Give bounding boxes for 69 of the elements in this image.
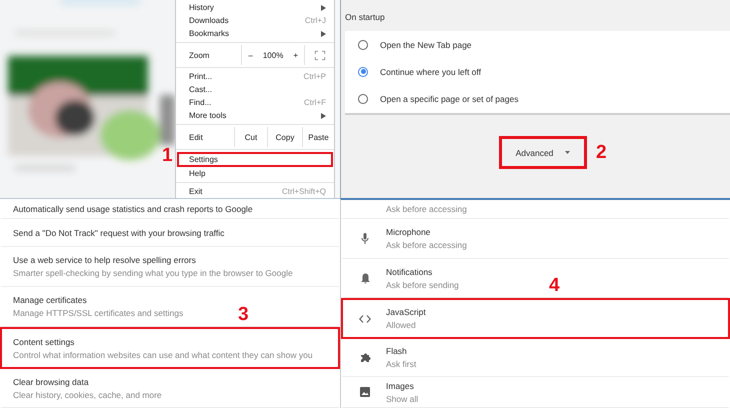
- settings-row[interactable]: Automatically send usage statistics and crash reports to Google: [0, 199, 340, 219]
- step-number: 3: [238, 305, 249, 324]
- advanced-button[interactable]: Advanced: [499, 136, 587, 169]
- settings-row[interactable]: JavaScript Allowed: [341, 298, 730, 339]
- row-title: Notifications: [386, 266, 434, 276]
- step-number: 1: [162, 146, 173, 165]
- microphone-icon: [361, 233, 369, 244]
- row-title: JavaScript: [386, 307, 426, 317]
- menu-item[interactable]: Settings: [177, 152, 333, 167]
- menu-item[interactable]: Help: [177, 167, 333, 180]
- row-title: Flash: [386, 346, 408, 356]
- step-number: 2: [596, 143, 607, 162]
- zoom-out-button[interactable]: –: [241, 45, 259, 65]
- menu-item[interactable]: More tools: [177, 109, 333, 122]
- code-icon: [359, 314, 371, 322]
- settings-row[interactable]: Ask before accessing: [341, 200, 730, 219]
- caret-icon: [565, 151, 570, 154]
- row-subtitle: Smarter spell-checking by sending what you type in the browser to Google: [13, 268, 293, 278]
- bell-icon: [360, 272, 370, 284]
- option-label: Open a specific page or set of pages: [380, 94, 518, 104]
- edit-action-button[interactable]: Paste: [302, 127, 334, 147]
- row-subtitle: Clear history, cookies, cache, and more: [13, 390, 162, 400]
- menu-item[interactable]: Downloads Ctrl+J: [177, 14, 333, 27]
- row-subtitle: Ask before accessing: [386, 240, 467, 250]
- menu-item[interactable]: Print... Ctrl+P: [177, 70, 333, 83]
- row-title: Manage certificates: [13, 295, 88, 305]
- row-title: Automatically send usage statistics and crash reports to Google: [13, 204, 253, 214]
- row-subtitle: Ask before sending: [386, 280, 459, 290]
- radio-button[interactable]: [358, 66, 368, 76]
- menu-item[interactable]: Find... Ctrl+F: [177, 96, 333, 109]
- option-label: Open the New Tab page: [380, 40, 472, 50]
- row-title: Microphone: [386, 227, 432, 237]
- caret-icon: [321, 112, 326, 118]
- menu-item[interactable]: Exit Ctrl+Shift+Q: [177, 185, 333, 198]
- zoom-label: Zoom: [188, 50, 210, 62]
- row-title: Use a web service to help resolve spelling errors: [13, 255, 197, 265]
- step-number: 4: [549, 276, 560, 295]
- edit-action-button[interactable]: Cut: [234, 127, 267, 147]
- row-subtitle: Ask first: [386, 359, 416, 369]
- menu-item[interactable]: Cast...: [177, 83, 333, 96]
- fullscreen-icon: [314, 50, 324, 60]
- option-label: Continue where you left off: [380, 66, 481, 76]
- menu-item[interactable]: History: [177, 1, 333, 14]
- edit-label: Edit: [188, 132, 204, 144]
- radio-button[interactable]: [358, 40, 368, 50]
- caret-icon: [321, 30, 326, 36]
- caret-icon: [321, 4, 326, 10]
- row-subtitle: Ask before accessing: [386, 204, 467, 214]
- zoom-in-button[interactable]: +: [287, 45, 304, 65]
- settings-row[interactable]: Flash Ask first: [341, 339, 730, 377]
- row-subtitle: Show all: [386, 394, 418, 404]
- image-icon: [360, 387, 370, 397]
- row-title: Content settings: [13, 336, 76, 346]
- row-subtitle: Control what information websites can use and what content they can show you: [13, 350, 313, 360]
- settings-row[interactable]: Send a "Do Not Track" request with your browsing traffic: [0, 219, 340, 247]
- puzzle-icon: [360, 352, 370, 363]
- settings-row[interactable]: Content settings Control what information websites can use and what content they can show you: [0, 327, 340, 369]
- radio-button[interactable]: [358, 94, 368, 104]
- section-heading: On startup: [344, 11, 386, 24]
- row-title: Send a "Do Not Track" request with your browsing traffic: [13, 228, 224, 238]
- settings-row[interactable]: Images Show all: [341, 377, 730, 408]
- settings-row[interactable]: Microphone Ask before accessing: [341, 219, 730, 259]
- zoom-level: 100%: [262, 50, 284, 62]
- edit-action-button[interactable]: Copy: [267, 127, 302, 147]
- row-title: Clear browsing data: [13, 376, 90, 386]
- row-title: Images: [386, 380, 415, 390]
- row-subtitle: Allowed: [386, 320, 417, 330]
- menu-item[interactable]: Bookmarks: [177, 27, 333, 40]
- row-subtitle: Manage HTTPS/SSL certificates and settings: [13, 308, 184, 318]
